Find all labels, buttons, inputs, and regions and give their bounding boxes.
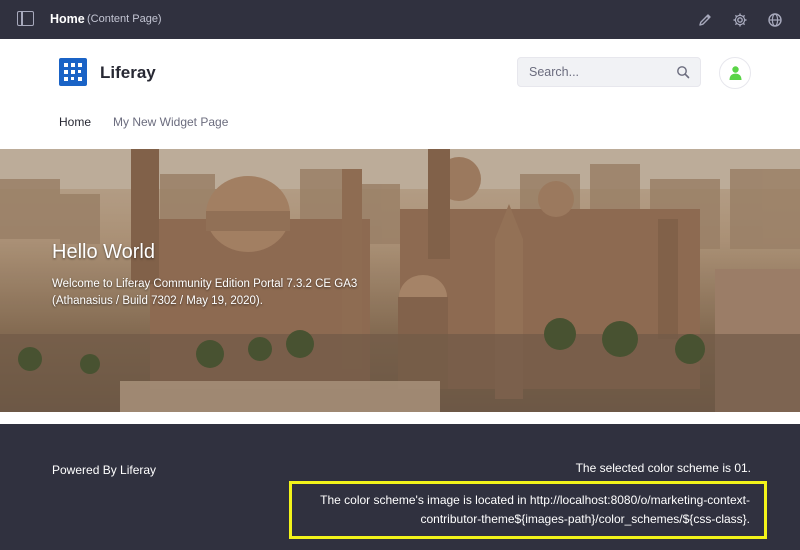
powered-by-text: Powered By Liferay — [52, 463, 157, 477]
user-icon — [729, 66, 742, 80]
site-name[interactable]: Liferay — [100, 63, 156, 83]
globe-icon[interactable] — [767, 12, 783, 28]
sidebar-toggle-icon[interactable] — [17, 11, 34, 26]
color-scheme-path-text: The color scheme's image is located in h… — [320, 493, 750, 526]
hero-title: Hello World — [52, 241, 155, 263]
hero-banner: Hello World Welcome to Liferay Community… — [0, 149, 800, 412]
page-title: Home — [50, 12, 85, 26]
gear-icon[interactable] — [732, 12, 748, 28]
section-divider — [0, 412, 800, 424]
search-input[interactable] — [518, 58, 668, 86]
control-menu: Home (Content Page) — [0, 0, 800, 39]
site-header: Liferay Home My New Widget Page — [0, 39, 800, 149]
search-icon[interactable] — [676, 65, 690, 79]
search-bar — [517, 57, 701, 87]
liferay-logo[interactable] — [59, 58, 87, 86]
highlight-box: The color scheme's image is located in h… — [289, 481, 767, 539]
nav-item-my-new-widget-page[interactable]: My New Widget Page — [113, 115, 228, 129]
page-type-label: (Content Page) — [87, 13, 162, 25]
site-footer: Powered By Liferay The selected color sc… — [0, 424, 800, 550]
color-scheme-text: The selected color scheme is 01. — [575, 461, 751, 475]
user-avatar-button[interactable] — [719, 57, 751, 89]
hero-description: Welcome to Liferay Community Edition Por… — [52, 278, 358, 307]
nav-item-home[interactable]: Home — [59, 115, 91, 129]
pencil-icon[interactable] — [697, 12, 713, 28]
